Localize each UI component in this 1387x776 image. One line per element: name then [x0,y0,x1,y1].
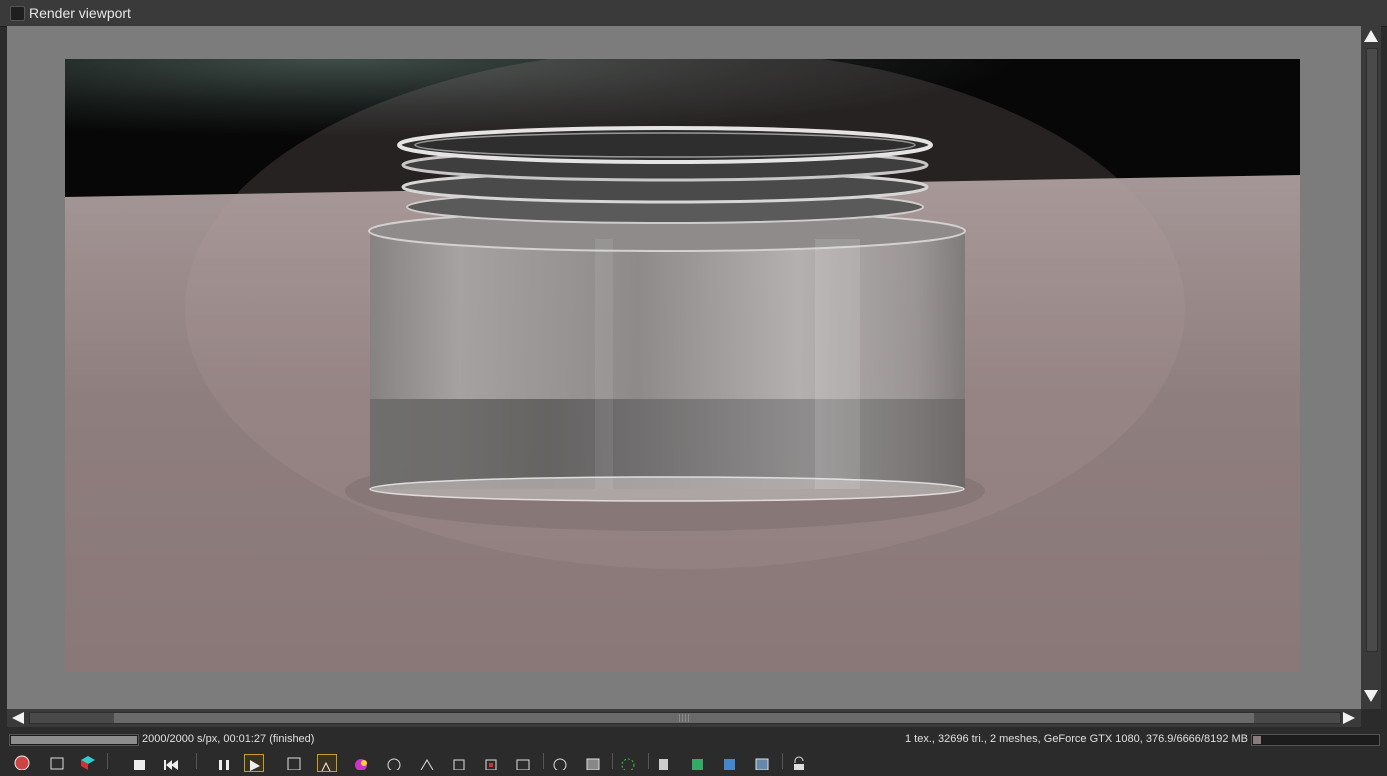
vertical-scrollbar[interactable] [1361,26,1381,709]
toolbar-separator [648,753,649,769]
scene-stats-text: 1 tex., 32696 tri., 2 meshes, GeForce GT… [904,733,1248,745]
panel-title: Render viewport [29,5,131,21]
viewport-toolbar [0,751,1387,772]
memory-usage-fill [1253,736,1261,744]
pick-focus-icon[interactable] [317,754,337,772]
toolbar-separator [196,753,197,769]
horizontal-scroll-thumb[interactable] [114,713,1254,723]
toolbar-separator [543,753,544,769]
status-bar: 2000/2000 s/px, 00:01:27 (finished) 1 te… [0,731,1387,749]
scroll-down-icon[interactable] [1363,689,1379,703]
horizontal-scroll-track[interactable] [29,712,1341,724]
vertical-scroll-track[interactable] [1366,48,1378,652]
render-status-text: 2000/2000 s/px, 00:01:27 (finished) [142,733,315,745]
render-progress-fill [11,736,137,744]
render-progress-bar [9,734,139,746]
scroll-up-icon[interactable] [1363,29,1379,43]
scroll-right-icon[interactable] [1342,711,1356,725]
toolbar-separator [782,753,783,769]
scroll-left-icon[interactable] [11,711,25,725]
toolbar-separator [107,753,108,769]
render-viewport[interactable] [7,26,1361,709]
render-image[interactable] [65,59,1300,672]
viewport-titlebar: Render viewport [0,0,1387,27]
toolbar-separator [612,753,613,769]
play-icon[interactable] [244,754,264,772]
memory-usage-bar [1251,734,1380,746]
panel-toggle-checkbox[interactable] [10,6,25,21]
rendered-jar-scene [65,59,1300,672]
scroll-grip [679,714,689,722]
horizontal-scrollbar[interactable] [7,709,1361,727]
